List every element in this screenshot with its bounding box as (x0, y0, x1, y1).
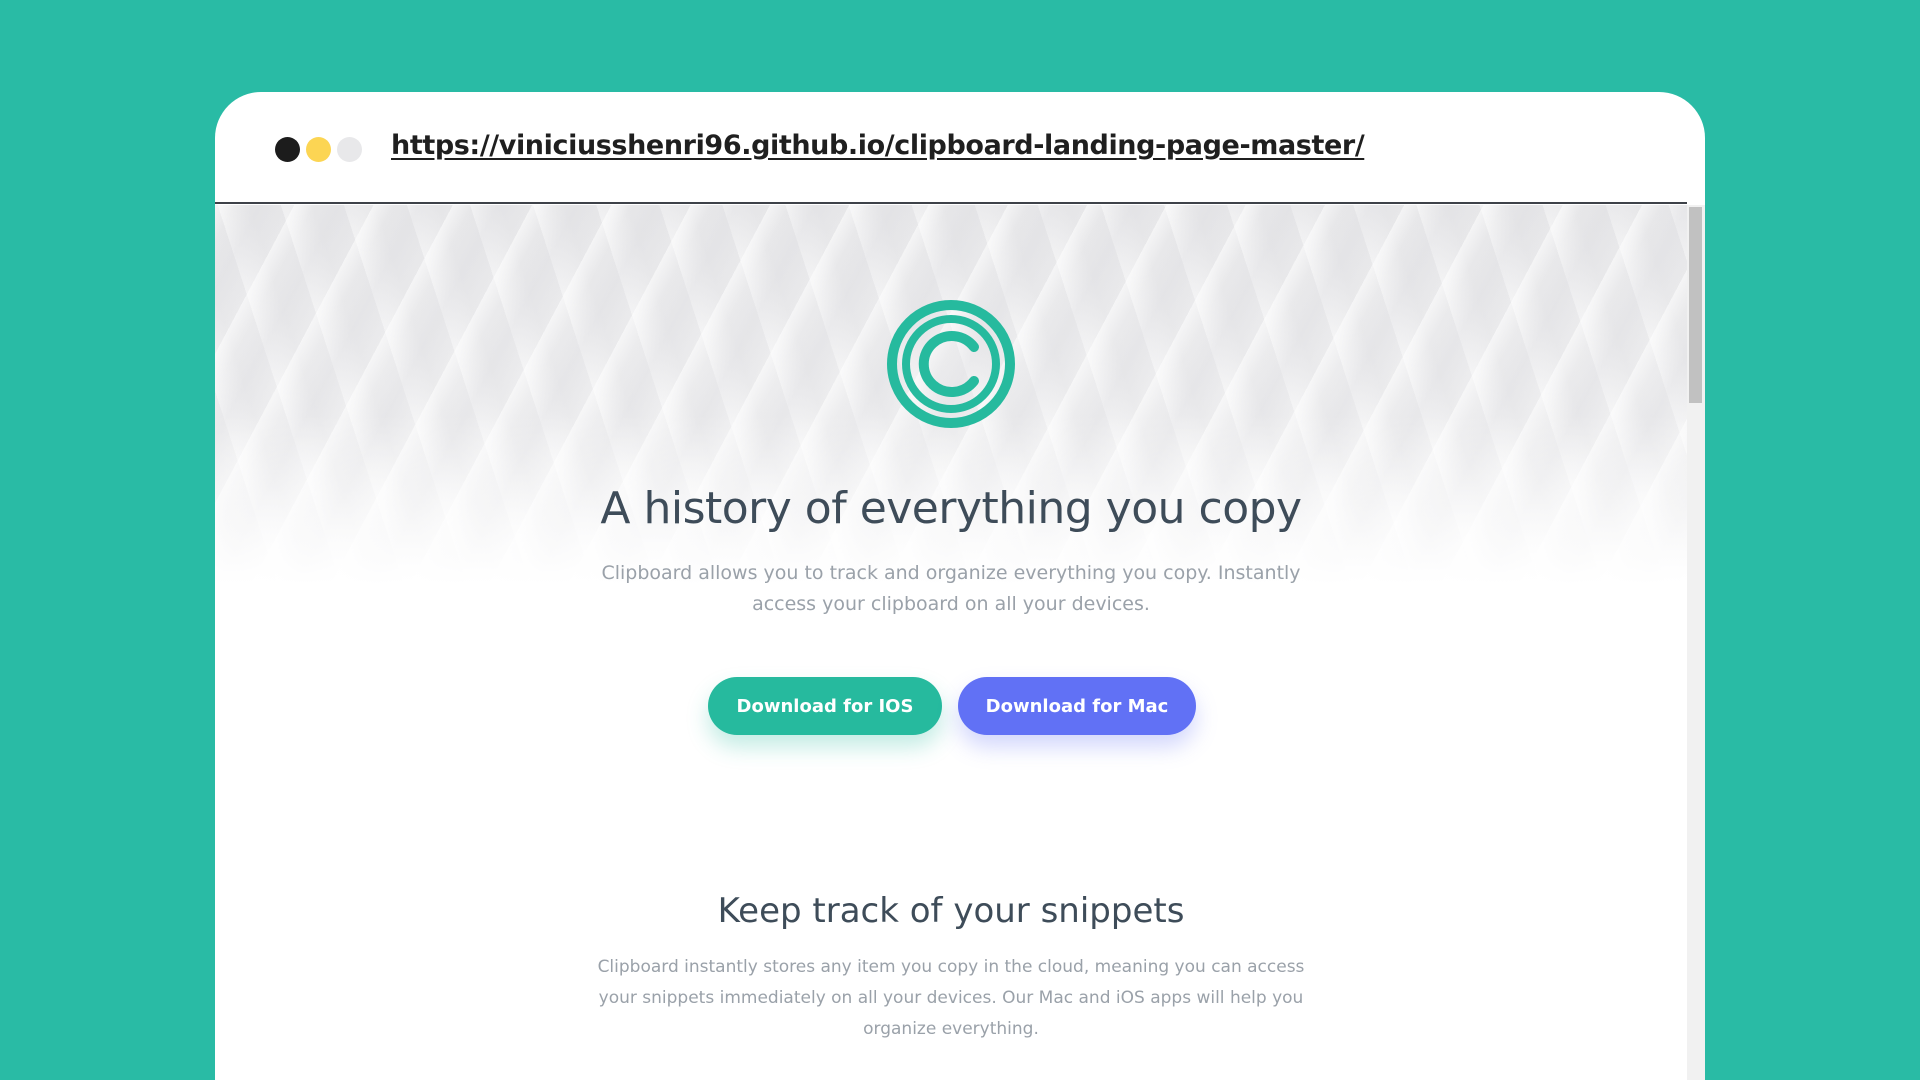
page-viewport[interactable]: A history of everything you copy Clipboa… (215, 205, 1687, 1080)
download-mac-button[interactable]: Download for Mac (958, 677, 1196, 735)
hero-title: A history of everything you copy (600, 483, 1302, 534)
clipboard-logo-icon (887, 300, 1015, 428)
browser-address-bar: https://viniciusshenri96.github.io/clipb… (215, 92, 1687, 204)
window-maximize-dot[interactable] (337, 137, 362, 162)
window-minimize-dot[interactable] (306, 137, 331, 162)
scrollbar-thumb[interactable] (1689, 207, 1702, 403)
snippets-section-description: Clipboard instantly stores any item you … (597, 957, 1305, 1039)
page-url-link[interactable]: https://viniciusshenri96.github.io/clipb… (391, 130, 1365, 161)
download-ios-button[interactable]: Download for IOS (708, 677, 942, 735)
snippets-section-title: Keep track of your snippets (717, 891, 1185, 931)
browser-window: https://viniciusshenri96.github.io/clipb… (215, 92, 1705, 1080)
window-close-dot[interactable] (275, 137, 300, 162)
hero-description: Clipboard allows you to track and organi… (601, 562, 1301, 615)
page-scrollbar[interactable] (1687, 205, 1705, 1080)
